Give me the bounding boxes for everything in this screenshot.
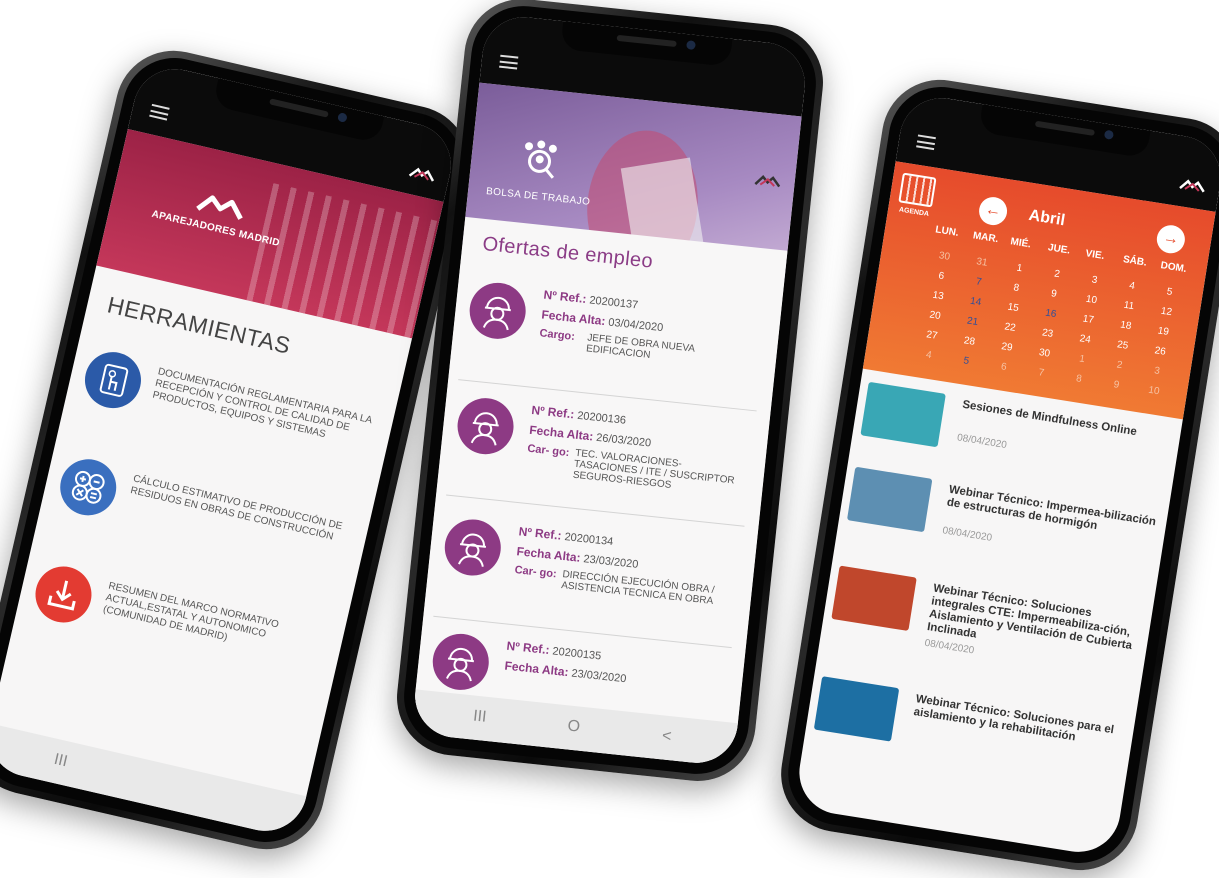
ref-value: 20200137 <box>588 294 639 312</box>
weekday-label: DOM. <box>1159 260 1188 276</box>
weekday-label: MAR. <box>972 230 1000 246</box>
weekday-label: JUE. <box>1047 242 1071 257</box>
ref-label: Nº Ref.: <box>505 638 551 658</box>
prev-month-button[interactable]: ← <box>977 195 1010 228</box>
cargo-label: Cargo: <box>538 327 576 343</box>
event-item[interactable]: Webinar Técnico: Soluciones para el aisl… <box>810 676 1148 807</box>
date-value: 03/04/2020 <box>607 316 664 335</box>
worker-helmet-icon <box>442 516 504 579</box>
phone-agenda: AGENDA ← Abril → LUN. MAR. MIÉ. JUE. VIE. SÁB… <box>772 71 1219 878</box>
calendar-icon <box>898 172 937 208</box>
weekday-label: LUN. <box>934 224 960 239</box>
day-cell[interactable]: 5 <box>946 349 987 374</box>
touch-document-icon <box>79 346 147 414</box>
event-date: 08/04/2020 <box>956 432 1008 452</box>
tool-label: CÁLCULO ESTIMATIVO DE PRODUCCIÓN DE RESI… <box>129 473 344 543</box>
day-cell[interactable]: 9 <box>1096 373 1137 398</box>
event-date: 08/04/2020 <box>923 637 975 657</box>
ref-label: Nº Ref.: <box>530 402 576 422</box>
ref-label: Nº Ref.: <box>518 524 563 543</box>
recent-apps-button[interactable]: III <box>472 708 487 727</box>
ref-value: 20200134 <box>563 531 614 549</box>
weekday-label: SÁB. <box>1122 254 1148 269</box>
date-label: Fecha Alta: <box>503 658 570 680</box>
android-nav-bar: III <box>0 723 307 840</box>
day-cell[interactable]: 4 <box>908 343 949 368</box>
section-title: BOLSA DE TRABAJO <box>485 185 591 208</box>
event-title: Webinar Técnico: Soluciones para el aisl… <box>912 693 1115 744</box>
event-date: 08/04/2020 <box>941 525 993 544</box>
ref-value: 20200136 <box>576 409 627 427</box>
back-button[interactable]: < <box>661 727 672 746</box>
date-value: 26/03/2020 <box>595 431 652 450</box>
event-thumbnail <box>831 565 917 632</box>
cargo-label: Car- go: <box>526 442 570 460</box>
page-title: Ofertas de empleo <box>481 232 655 273</box>
cargo-label: Car- go: <box>514 564 558 581</box>
menu-icon[interactable] <box>499 54 519 70</box>
tool-label: RESUMEN DEL MARCO NORMATIVO ACTUAL,ESTAT… <box>101 580 280 644</box>
recent-apps-button[interactable]: III <box>52 751 69 772</box>
job-search-icon <box>525 140 557 179</box>
menu-icon[interactable] <box>916 134 936 151</box>
download-icon <box>29 560 98 629</box>
event-thumbnail <box>813 676 900 742</box>
phone-herramientas: APAREJADORES MADRID HERRAMIENTAS DOCUMEN… <box>0 39 481 861</box>
event-title: Webinar Técnico: Soluciones integrales C… <box>926 582 1133 653</box>
day-cell[interactable]: 6 <box>984 355 1025 380</box>
month-title: Abril <box>1027 206 1067 230</box>
weekday-label: MIÉ. <box>1009 236 1032 251</box>
next-month-button[interactable]: → <box>1154 223 1187 256</box>
agenda-badge[interactable]: AGENDA <box>896 172 938 218</box>
day-cell[interactable]: 8 <box>1059 367 1100 392</box>
brand-logo: APAREJADORES MADRID <box>127 172 312 254</box>
phone-bolsa-trabajo: BOLSA DE TRABAJO Ofertas de empleo Nº Re… <box>391 0 829 787</box>
agenda-label: AGENDA <box>898 206 930 219</box>
tool-label: DOCUMENTACIÓN REGLAMENTARIA PARA LA RECE… <box>151 366 373 441</box>
logo-icon <box>754 175 781 188</box>
date-label: Fecha Alta: <box>515 544 582 565</box>
section-badge: BOLSA DE TRABAJO <box>485 134 596 208</box>
ref-label: Nº Ref.: <box>542 287 588 307</box>
weekday-label: VIE. <box>1084 248 1106 262</box>
event-thumbnail <box>860 381 946 448</box>
event-thumbnail <box>846 466 933 533</box>
home-button[interactable]: O <box>567 717 581 736</box>
ref-value: 20200135 <box>551 645 602 663</box>
date-value: 23/03/2020 <box>582 553 639 571</box>
worker-helmet-icon <box>429 631 492 693</box>
date-label: Fecha Alta: <box>540 307 607 329</box>
date-value: 23/03/2020 <box>570 667 627 686</box>
worker-helmet-icon <box>466 280 529 342</box>
worker-helmet-icon <box>454 395 517 457</box>
calculator-icon <box>54 453 122 521</box>
cargo-value: JEFE DE OBRA NUEVA EDIFICACION <box>585 332 695 361</box>
cargo-value: DIRECCIÓN EJECUCIÓN OBRA / ASISTENCIA TE… <box>560 569 716 607</box>
day-cell[interactable]: 7 <box>1021 361 1062 386</box>
day-cell[interactable]: 10 <box>1134 379 1175 404</box>
date-label: Fecha Alta: <box>528 422 595 444</box>
cargo-value: TEC. VALORACIONES- TASACIONES / ITE / SU… <box>572 447 736 491</box>
screen: AGENDA ← Abril → LUN. MAR. MIÉ. JUE. VIE. SÁB… <box>793 92 1219 858</box>
job-list-panel: Ofertas de empleo Nº Ref.: 20200137 Fech… <box>411 216 788 767</box>
